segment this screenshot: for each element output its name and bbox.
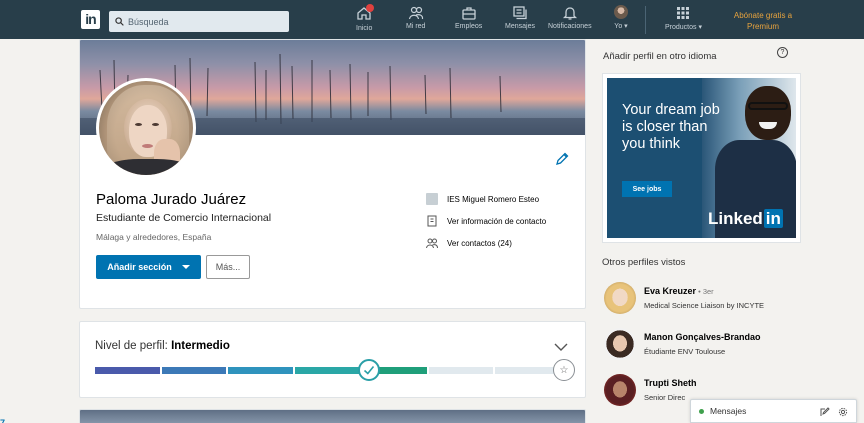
profile-location: Málaga y alrededores, España (96, 232, 212, 242)
strength-segment (161, 367, 227, 374)
messaging-label: Mensajes (710, 406, 747, 416)
nav-me-label: Yo ▾ (614, 23, 628, 30)
add-section-label: Añadir sección (107, 262, 172, 272)
connections-link[interactable]: Ver contactos (24) (426, 237, 512, 249)
school-logo-icon (426, 193, 438, 205)
list-item[interactable]: Eva Kreuzer • 3er Medical Science Liaiso… (604, 282, 854, 318)
checkmark-icon (363, 365, 375, 375)
contact-card-icon (427, 215, 437, 227)
person-name: Manon Gonçalves-Brandao (644, 332, 761, 342)
strength-label: Nivel de perfil: (95, 340, 172, 352)
strength-segment (95, 367, 160, 374)
person-headline: Senior Direc (644, 393, 686, 402)
strength-segment (428, 367, 494, 374)
person-name: Trupti Sheth (644, 378, 697, 388)
search-icon (115, 17, 124, 26)
nav-divider (645, 6, 646, 34)
more-button[interactable]: Más... (206, 255, 250, 279)
messaging-bar[interactable]: Mensajes (690, 399, 857, 423)
nav-products[interactable]: Productos ▾ (665, 5, 702, 37)
settings-gear-icon[interactable] (838, 407, 848, 417)
help-icon[interactable]: ? (777, 47, 788, 58)
grid-icon (677, 7, 690, 19)
messages-icon (513, 6, 527, 20)
contact-info-link[interactable]: Ver información de contacto (426, 215, 546, 227)
compose-icon[interactable] (820, 407, 830, 417)
nav-jobs[interactable]: Empleos (455, 5, 482, 37)
nav-network-label: Mi red (406, 23, 426, 30)
nav-notifications[interactable]: Notificaciones (548, 5, 592, 37)
add-section-button[interactable]: Añadir sección (96, 255, 201, 279)
avatar (604, 374, 636, 406)
strength-segment (495, 367, 560, 374)
search-box[interactable] (109, 11, 289, 32)
see-jobs-button[interactable]: See jobs (622, 181, 672, 197)
people-icon (408, 6, 423, 20)
profile-headline: Estudiante de Comercio Internacional (96, 212, 272, 224)
page-number: 7 (0, 418, 6, 423)
strength-segment (228, 367, 294, 374)
profile-strength-title: Nivel de perfil: Intermedio (95, 340, 230, 352)
ad-headline: Your dream job is closer than you think (622, 102, 720, 152)
caret-down-icon (181, 265, 190, 269)
online-status-dot (699, 408, 704, 414)
briefcase-icon (461, 7, 476, 20)
ad-banner[interactable]: Your dream job is closer than you think … (602, 73, 801, 243)
list-item[interactable]: Manon Gonçalves-Brandao Étudiante ENV To… (604, 328, 854, 364)
profile-photo[interactable] (96, 78, 196, 178)
person-headline: Étudiante ENV Toulouse (644, 347, 726, 356)
avatar (604, 328, 636, 360)
nav-messages-label: Mensajes (505, 23, 535, 30)
user-avatar (614, 5, 628, 19)
contact-info-label: Ver información de contacto (447, 216, 547, 226)
chevron-down-icon[interactable] (554, 342, 568, 352)
person-name: Eva Kreuzer • 3er (644, 286, 714, 296)
profile-strength-card: Nivel de perfil: Intermedio ☆ (79, 321, 586, 398)
profile-name: Paloma Jurado Juárez (96, 191, 247, 208)
nav-network[interactable]: Mi red (406, 5, 425, 37)
person-headline: Medical Science Liaison by INCYTE (644, 301, 765, 310)
nav-home[interactable]: Inicio (356, 4, 375, 37)
nav-messages[interactable]: Mensajes (505, 5, 535, 37)
top-nav: in Inicio Mi red Empleos Mensajes Notifi… (0, 0, 864, 39)
nav-notifications-label: Notificaciones (548, 23, 592, 30)
avatar (604, 282, 636, 314)
nav-jobs-label: Empleos (455, 23, 483, 30)
strength-level: Intermedio (171, 340, 230, 352)
star-icon: ☆ (553, 359, 575, 381)
nav-home-label: Inicio (356, 25, 373, 32)
school-name: IES Miguel Romero Esteo (447, 194, 540, 204)
strength-segment (295, 367, 360, 374)
premium-link[interactable]: Abónate gratis a Premium (722, 10, 804, 32)
connections-label: Ver contactos (24) (447, 238, 512, 248)
connections-icon (426, 238, 438, 249)
edit-pencil-icon[interactable] (555, 152, 569, 166)
current-level-marker (358, 359, 380, 381)
nav-me[interactable]: Yo ▾ (614, 5, 628, 37)
notification-dot (366, 4, 375, 12)
profile-card: Paloma Jurado Juárez Estudiante de Comer… (79, 39, 586, 309)
linkedin-logo[interactable]: in (81, 10, 100, 29)
bell-icon (562, 7, 577, 20)
linkedin-brand-logo: Linked in (708, 209, 783, 228)
others-viewed-title: Otros perfiles vistos (602, 257, 686, 268)
next-section-card (79, 409, 586, 423)
search-input[interactable] (128, 16, 278, 27)
nav-products-label: Productos ▾ (665, 24, 702, 31)
school-entry[interactable]: IES Miguel Romero Esteo (426, 193, 539, 205)
language-profile-title[interactable]: Añadir perfil en otro idioma (603, 51, 717, 62)
